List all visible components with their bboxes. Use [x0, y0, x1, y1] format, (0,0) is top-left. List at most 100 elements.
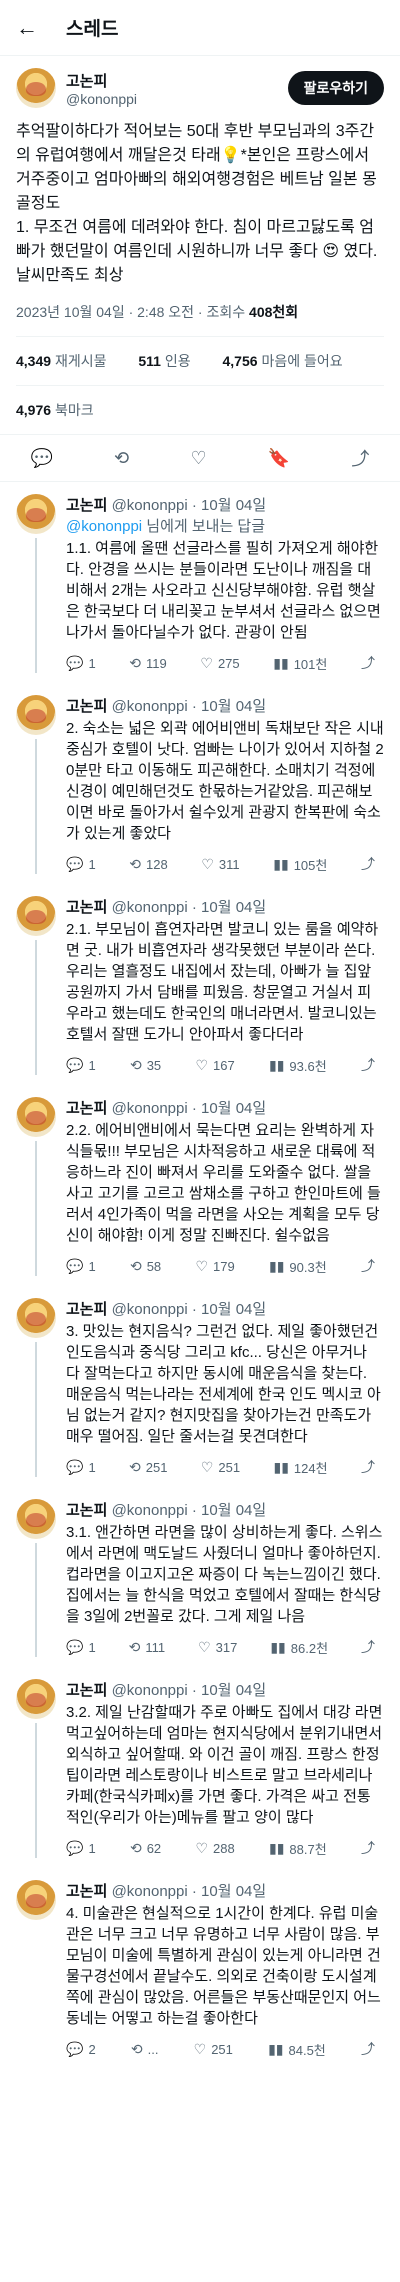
reply-author-name[interactable]: 고논피 — [66, 698, 107, 715]
like-icon: ♡ — [200, 1458, 214, 1475]
avatar[interactable] — [16, 68, 56, 108]
view-count-button[interactable]: ▮▮ 84.5천 — [268, 2039, 326, 2059]
view-count-button[interactable]: ▮▮ 93.6천 — [269, 1055, 327, 1075]
reply-tweet[interactable]: 고논피 @kononppi · 10월 04일 2. 숙소는 넓은 외곽 에어비앤… — [0, 683, 400, 884]
retweet-count-button[interactable]: ⟲ 251 — [129, 1457, 167, 1477]
retweet-icon[interactable]: ⟲ — [114, 448, 129, 469]
reply-date[interactable]: · 10월 04일 — [192, 497, 266, 514]
reply-date[interactable]: · 10월 04일 — [192, 1883, 266, 1900]
view-count-button[interactable]: ▮▮ 86.2천 — [270, 1637, 328, 1657]
author-handle[interactable]: @kononppi — [66, 91, 288, 107]
reply-date[interactable]: · 10월 04일 — [192, 899, 266, 916]
reply-count-button[interactable]: 💬 1 — [66, 1838, 96, 1858]
tweet-time[interactable]: 2023년 10월 04일 · 2:48 오전 · 조회수 — [16, 304, 245, 320]
retweet-count-button[interactable]: ⟲ 111 — [129, 1637, 166, 1657]
reply-author-handle[interactable]: @kononppi — [112, 1100, 188, 1117]
reply-author-handle[interactable]: @kononppi — [112, 1301, 188, 1318]
reply-tweet[interactable]: 고논피 @kononppi · 10월 04일 2.1. 부모님이 흡연자라면 발… — [0, 884, 400, 1085]
like-icon[interactable]: ♡ — [190, 448, 206, 469]
quote-stat[interactable]: 511 인용 — [138, 353, 204, 369]
share-button[interactable]: ⤴ — [361, 1256, 380, 1276]
like-count-button[interactable]: ♡ 275 — [200, 653, 239, 673]
retweet-count-button[interactable]: ⟲ 62 — [130, 1838, 161, 1858]
view-count-button[interactable]: ▮▮ 88.7천 — [269, 1838, 327, 1858]
share-button[interactable]: ⤴ — [361, 2039, 380, 2059]
share-button[interactable]: ⤴ — [361, 1838, 380, 1858]
avatar[interactable] — [16, 1679, 56, 1719]
bookmark-icon[interactable]: 🔖 — [268, 448, 290, 469]
avatar[interactable] — [16, 1499, 56, 1539]
like-count-button[interactable]: ♡ 288 — [195, 1838, 234, 1858]
retweet-count-button[interactable]: ⟲ 128 — [129, 854, 167, 874]
reply-count-button[interactable]: 💬 1 — [66, 1637, 96, 1657]
like-stat[interactable]: 4,756 마음에 들어요 — [223, 353, 357, 369]
reply-author-name[interactable]: 고논피 — [66, 1301, 107, 1318]
retweet-count-button[interactable]: ⟲ 119 — [129, 653, 166, 673]
share-icon: ⤴ — [361, 1639, 375, 1655]
reply-author-name[interactable]: 고논피 — [66, 1502, 107, 1519]
avatar[interactable] — [16, 1298, 56, 1338]
reply-count-button[interactable]: 💬 1 — [66, 1055, 96, 1075]
like-count-button[interactable]: ♡ 317 — [198, 1637, 237, 1657]
retweet-count-button[interactable]: ⟲ 35 — [130, 1055, 161, 1075]
retweet-count-button[interactable]: ⟲... — [131, 2039, 159, 2059]
reply-count-button[interactable]: 💬 1 — [66, 1256, 96, 1276]
view-count-button[interactable]: ▮▮ 90.3천 — [269, 1256, 327, 1276]
share-button[interactable]: ⤴ — [361, 1055, 380, 1075]
share-icon[interactable]: ⤴ — [351, 445, 369, 471]
like-count-button[interactable]: ♡ 251 — [194, 2039, 233, 2059]
retweet-stat[interactable]: 4,349 재게시물 — [16, 353, 120, 369]
reply-date[interactable]: · 10월 04일 — [192, 698, 266, 715]
follow-button[interactable]: 팔로우하기 — [287, 71, 384, 105]
reply-date[interactable]: · 10월 04일 — [192, 1502, 266, 1519]
reply-count-button[interactable]: 💬 1 — [66, 653, 96, 673]
share-button[interactable]: ⤴ — [361, 653, 380, 673]
reply-date[interactable]: · 10월 04일 — [192, 1301, 266, 1318]
reply-tweet[interactable]: 고논피 @kononppi · 10월 04일 4. 미술관은 현실적으로 1시간… — [0, 1868, 400, 2069]
share-button[interactable]: ⤴ — [361, 1457, 380, 1477]
reply-tweet[interactable]: 고논피 @kononppi · 10월 04일 3. 맛있는 현지음식? 그런건 … — [0, 1286, 400, 1487]
reply-author-name[interactable]: 고논피 — [66, 899, 107, 916]
reply-count-button[interactable]: 💬 2 — [66, 2039, 96, 2059]
share-button[interactable]: ⤴ — [361, 854, 380, 874]
avatar[interactable] — [16, 896, 56, 936]
like-count-button[interactable]: ♡ 167 — [195, 1055, 234, 1075]
replying-to-mention[interactable]: @kononppi — [66, 518, 142, 535]
like-count-button[interactable]: ♡ 251 — [201, 1457, 240, 1477]
avatar[interactable] — [16, 1880, 56, 1920]
reply-author-handle[interactable]: @kononppi — [112, 497, 188, 514]
author-name[interactable]: 고논피 — [66, 70, 288, 91]
reply-date[interactable]: · 10월 04일 — [192, 1682, 266, 1699]
reply-author-handle[interactable]: @kononppi — [112, 1883, 188, 1900]
avatar[interactable] — [16, 494, 56, 534]
retweet-count-button[interactable]: ⟲ 58 — [130, 1256, 161, 1276]
reply-count-button[interactable]: 💬 1 — [66, 1457, 96, 1477]
retweet-icon: ⟲ — [129, 1839, 142, 1856]
reply-tweet[interactable]: 고논피 @kononppi · 10월 04일 3.2. 제일 난감할때가 주로 … — [0, 1667, 400, 1868]
reply-author-handle[interactable]: @kononppi — [112, 1682, 188, 1699]
reply-author-name[interactable]: 고논피 — [66, 1100, 107, 1117]
share-button[interactable]: ⤴ — [361, 1637, 380, 1657]
avatar[interactable] — [16, 695, 56, 735]
reply-icon[interactable]: 💬 — [31, 448, 53, 469]
reply-tweet[interactable]: 고논피 @kononppi · 10월 04일 2.2. 에어비앤비에서 묵는다면… — [0, 1085, 400, 1286]
reply-tweet[interactable]: 고논피 @kononppi · 10월 04일 3.1. 앤간하면 라면을 많이 … — [0, 1487, 400, 1667]
reply-count-button[interactable]: 💬 1 — [66, 854, 96, 874]
view-count-button[interactable]: ▮▮ 105천 — [273, 854, 327, 874]
reply-author-name[interactable]: 고논피 — [66, 497, 107, 514]
reply-author-name[interactable]: 고논피 — [66, 1682, 107, 1699]
reply-author-name[interactable]: 고논피 — [66, 1883, 107, 1900]
view-count-button[interactable]: ▮▮ 101천 — [273, 653, 327, 673]
avatar[interactable] — [16, 1097, 56, 1137]
bookmark-stat[interactable]: 4,976 북마크 — [16, 385, 384, 434]
like-count-button[interactable]: ♡ 311 — [201, 854, 239, 874]
view-count-button[interactable]: ▮▮ 124천 — [274, 1457, 328, 1477]
reply-tweet[interactable]: 고논피 @kononppi · 10월 04일 @kononppi 님에게 보내는… — [0, 482, 400, 683]
reply-author-handle[interactable]: @kononppi — [112, 1502, 188, 1519]
reply-author-handle[interactable]: @kononppi — [112, 698, 188, 715]
reply-author-handle[interactable]: @kononppi — [112, 899, 188, 916]
like-count-button[interactable]: ♡ 179 — [195, 1256, 234, 1276]
back-arrow-icon[interactable]: ← — [16, 14, 44, 42]
share-icon: ⤴ — [360, 1057, 375, 1073]
reply-date[interactable]: · 10월 04일 — [192, 1100, 266, 1117]
